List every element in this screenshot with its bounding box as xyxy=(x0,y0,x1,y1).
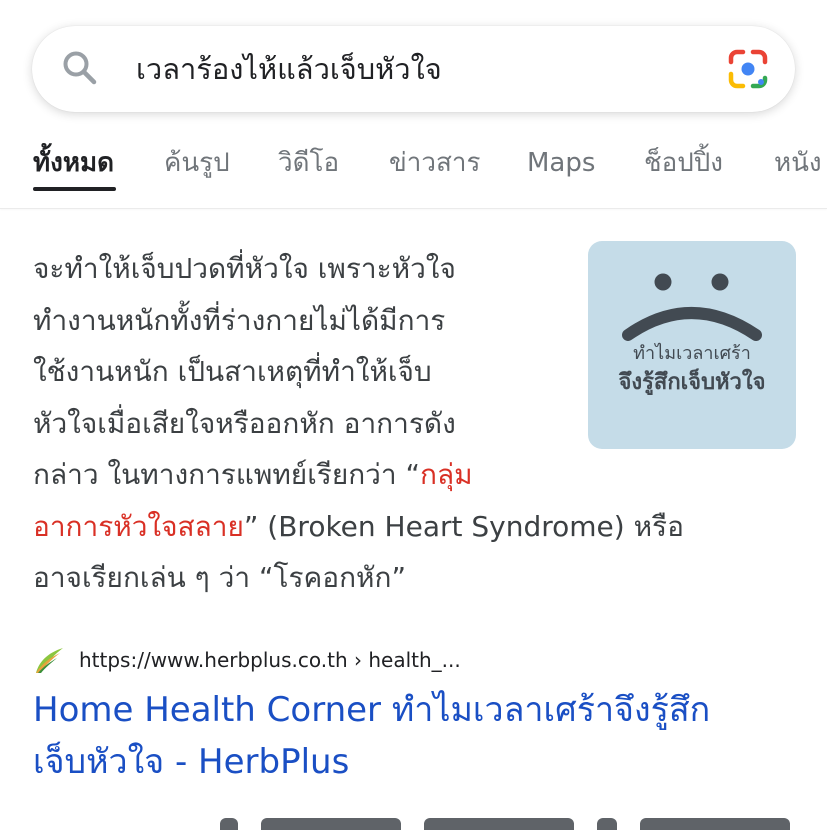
cut-off-glyph xyxy=(424,818,575,830)
snippet-highlight: อาการหัวใจสลาย xyxy=(33,509,244,543)
result-title-line[interactable]: Home Health Corner ทำไมเวลาเศร้าจึงรู้สึ… xyxy=(33,684,793,736)
tab-maps[interactable]: Maps xyxy=(527,146,595,180)
search-icon[interactable] xyxy=(60,48,100,88)
cut-off-glyph xyxy=(220,818,238,830)
tab-news[interactable]: ข่าวสาร xyxy=(389,146,480,180)
search-bar[interactable]: เวลาร้องไห้แล้วเจ็บหัวใจ xyxy=(32,26,795,112)
tab-movies[interactable]: หนัง xyxy=(774,146,822,180)
result-title-link[interactable]: Home Health Corner ทำไมเวลาเศร้าจึงรู้สึ… xyxy=(33,684,793,788)
thumbnail-caption-line1: ทำไมเวลาเศร้า xyxy=(633,343,751,363)
snippet-text-fragment: ” (Broken Heart Syndrome) หรือ xyxy=(243,509,684,543)
snippet-text-fragment: กล่าว ในทางการแพทย์เรียกว่า “ xyxy=(33,458,421,491)
result-source[interactable]: https://www.herbplus.co.th › health_... xyxy=(33,642,461,678)
herbplus-leaf-icon xyxy=(36,648,63,673)
featured-snippet: ทำไมเวลาเศร้า จึงรู้สึกเจ็บหัวใจ จะทำให้… xyxy=(33,241,796,604)
result-title-line[interactable]: เจ็บหัวใจ - HerbPlus xyxy=(33,736,793,788)
snippet-line: อาการหัวใจสลาย” (Broken Heart Syndrome) … xyxy=(33,501,793,553)
tab-shopping[interactable]: ช็อปปิ้ง xyxy=(644,146,723,180)
cut-off-glyph xyxy=(597,818,618,830)
active-tab-indicator xyxy=(33,187,116,191)
tab-images[interactable]: ค้นรูป xyxy=(164,146,230,180)
google-lens-icon[interactable] xyxy=(727,48,769,90)
tab-all[interactable]: ทั้งหมด xyxy=(33,146,114,180)
tab-videos[interactable]: วิดีโอ xyxy=(278,146,339,180)
snippet-line: กล่าว ในทางการแพทย์เรียกว่า “กลุ่ม xyxy=(33,449,793,501)
cut-off-content-row xyxy=(220,818,810,830)
snippet-line: อาจเรียกเล่น ๆ ว่า “โรคอกหัก” xyxy=(33,561,406,594)
search-input[interactable]: เวลาร้องไห้แล้วเจ็บหัวใจ xyxy=(136,50,442,88)
result-url[interactable]: https://www.herbplus.co.th › health_... xyxy=(79,646,461,674)
sad-face-icon xyxy=(622,273,762,341)
cut-off-glyph xyxy=(640,818,791,830)
thumbnail-caption-line2: จึงรู้สึกเจ็บหัวใจ xyxy=(618,369,766,394)
snippet-highlight: กลุ่ม xyxy=(420,458,473,491)
search-tabs: ทั้งหมด ค้นรูป วิดีโอ ข่าวสาร Maps ช็อปป… xyxy=(0,126,827,209)
snippet-thumbnail[interactable]: ทำไมเวลาเศร้า จึงรู้สึกเจ็บหัวใจ xyxy=(588,241,796,449)
cut-off-glyph xyxy=(261,818,402,830)
